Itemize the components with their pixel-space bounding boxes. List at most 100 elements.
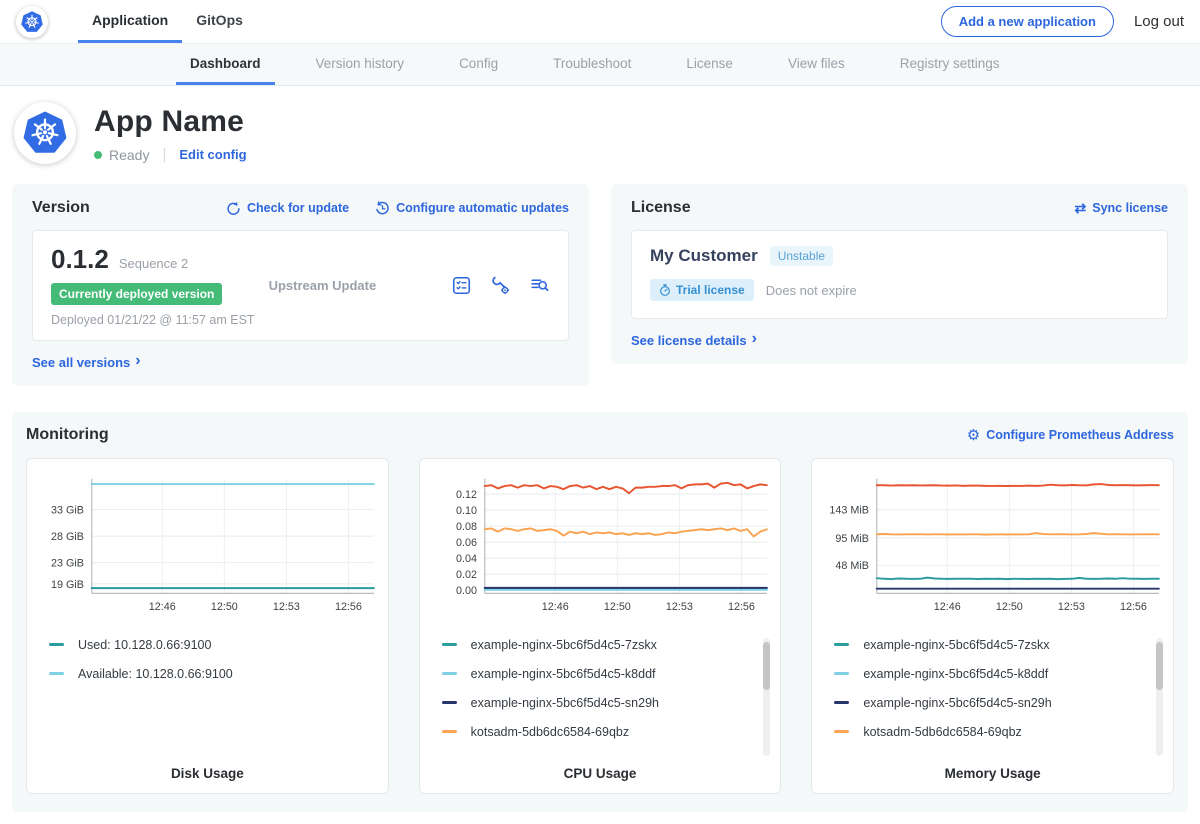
svg-text:12:53: 12:53 — [666, 601, 693, 613]
series-color-dash — [834, 672, 849, 675]
license-card: License ⇄ Sync license My Customer Unsta… — [611, 184, 1188, 364]
subnav-version-history[interactable]: Version history — [302, 44, 419, 85]
disk-usage-chart: 33 GiB28 GiB23 GiB19 GiB12:4612:5012:531… — [33, 469, 382, 626]
svg-text:0.10: 0.10 — [456, 505, 477, 517]
legend-item: example-nginx-5bc6f5d4c5-7zskx — [834, 638, 1143, 652]
svg-text:12:53: 12:53 — [273, 601, 300, 613]
series-color-dash — [442, 672, 457, 675]
gear-icon: ⚙ — [967, 426, 980, 444]
svg-text:48 MiB: 48 MiB — [836, 560, 870, 572]
svg-text:12:46: 12:46 — [149, 601, 176, 613]
edit-config-link[interactable]: Edit config — [179, 147, 246, 162]
subnav-troubleshoot[interactable]: Troubleshoot — [539, 44, 645, 85]
series-color-dash — [49, 643, 64, 646]
series-color-dash — [442, 643, 457, 646]
svg-text:95 MiB: 95 MiB — [836, 533, 870, 545]
legend-scrollbar-track — [763, 638, 770, 756]
top-nav: Application GitOps Add a new application… — [0, 0, 1200, 44]
version-card-title: Version — [32, 199, 90, 217]
legend-scrollbar-track — [1156, 638, 1163, 756]
svg-text:19 GiB: 19 GiB — [51, 579, 84, 591]
logout-button[interactable]: Log out — [1134, 13, 1184, 30]
chevron-right-icon: › — [135, 353, 140, 369]
preflight-checklist-icon[interactable] — [451, 275, 472, 296]
kubernetes-logo-icon — [16, 6, 48, 38]
legend-label: Available: 10.128.0.66:9100 — [78, 667, 233, 681]
subnav-dashboard[interactable]: Dashboard — [176, 44, 275, 85]
top-nav-actions: Add a new application Log out — [941, 0, 1184, 43]
legend-label: Used: 10.128.0.66:9100 — [78, 638, 211, 652]
chart-title: CPU Usage — [426, 766, 775, 781]
see-license-details-link[interactable]: See license details › — [631, 332, 1168, 348]
legend-scrollbar-thumb[interactable] — [1156, 642, 1163, 690]
svg-text:12:46: 12:46 — [934, 601, 961, 613]
legend-label: kotsadm-5db6dc6584-69qbz — [863, 725, 1021, 739]
legend-scrollbar-thumb[interactable] — [763, 642, 770, 690]
legend-label: example-nginx-5bc6f5d4c5-7zskx — [471, 638, 657, 652]
svg-text:0.12: 0.12 — [456, 489, 477, 501]
customer-name: My Customer — [650, 246, 758, 266]
svg-text:12:50: 12:50 — [211, 601, 238, 613]
svg-text:0.04: 0.04 — [456, 553, 477, 565]
subnav-config[interactable]: Config — [445, 44, 512, 85]
svg-text:0.08: 0.08 — [456, 521, 477, 533]
status-badge: Ready — [109, 147, 149, 163]
chart-card-disk-usage: 33 GiB28 GiB23 GiB19 GiB12:4612:5012:531… — [26, 458, 389, 794]
sync-arrows-icon: ⇄ — [1075, 200, 1087, 217]
svg-text:0.06: 0.06 — [456, 537, 477, 549]
subnav-registry-settings[interactable]: Registry settings — [886, 44, 1014, 85]
legend-item: example-nginx-5bc6f5d4c5-k8ddf — [442, 667, 751, 681]
monitoring-header: Monitoring ⚙ Configure Prometheus Addres… — [26, 426, 1174, 444]
memory-usage-legend: example-nginx-5bc6f5d4c5-7zskx example-ng… — [834, 638, 1167, 762]
series-color-dash — [834, 730, 849, 733]
version-action-icons — [451, 275, 550, 296]
configure-prometheus-link[interactable]: ⚙ Configure Prometheus Address — [967, 426, 1174, 444]
cpu-usage-legend: example-nginx-5bc6f5d4c5-7zskx example-ng… — [442, 638, 775, 762]
channel-badge: Unstable — [770, 246, 833, 266]
version-card-header: Version Check for update Configure autom… — [32, 199, 569, 217]
see-all-versions-link[interactable]: See all versions › — [32, 354, 569, 370]
legend-item: example-nginx-5bc6f5d4c5-sn29h — [442, 696, 751, 710]
status-dot-icon — [94, 151, 102, 159]
legend-item: Available: 10.128.0.66:9100 — [49, 667, 358, 681]
license-card-title: License — [631, 199, 691, 217]
app-sub-nav: Dashboard Version history Config Trouble… — [0, 44, 1200, 86]
legend-item: Used: 10.128.0.66:9100 — [49, 638, 358, 652]
version-details: 0.1.2 Sequence 2 Currently deployed vers… — [51, 244, 255, 327]
series-color-dash — [834, 701, 849, 704]
app-header: App Name Ready | Edit config — [0, 86, 1200, 184]
sequence-label: Sequence 2 — [119, 256, 188, 271]
svg-text:0.02: 0.02 — [456, 569, 477, 581]
stopwatch-icon — [659, 284, 671, 296]
version-number: 0.1.2 — [51, 244, 109, 275]
legend-item: kotsadm-5db6dc6584-69qbz — [834, 725, 1143, 739]
troubleshoot-wrench-icon[interactable] — [490, 275, 511, 296]
svg-text:12:56: 12:56 — [728, 601, 755, 613]
configure-automatic-updates-link[interactable]: Configure automatic updates — [375, 201, 569, 216]
add-application-button[interactable]: Add a new application — [941, 6, 1114, 37]
view-logs-icon[interactable] — [529, 275, 550, 296]
subnav-license[interactable]: License — [672, 44, 747, 85]
license-card-header: License ⇄ Sync license — [631, 199, 1168, 217]
tab-application[interactable]: Application — [78, 0, 182, 43]
license-expiry: Does not expire — [766, 283, 857, 298]
cards-row: Version Check for update Configure autom… — [0, 184, 1200, 386]
chart-card-memory-usage: 143 MiB95 MiB48 MiB12:4612:5012:5312:56 … — [811, 458, 1174, 794]
series-color-dash — [49, 672, 64, 675]
cpu-usage-chart: 0.120.100.080.060.040.020.0012:4612:5012… — [426, 469, 775, 626]
charts-row: 33 GiB28 GiB23 GiB19 GiB12:4612:5012:531… — [26, 458, 1174, 794]
check-for-update-link[interactable]: Check for update — [226, 201, 349, 216]
legend-label: example-nginx-5bc6f5d4c5-k8ddf — [471, 667, 656, 681]
subnav-view-files[interactable]: View files — [774, 44, 859, 85]
svg-text:12:50: 12:50 — [604, 601, 631, 613]
home-logo-link[interactable] — [16, 0, 48, 43]
legend-label: example-nginx-5bc6f5d4c5-k8ddf — [863, 667, 1048, 681]
legend-item: example-nginx-5bc6f5d4c5-7zskx — [442, 638, 751, 652]
chart-title: Disk Usage — [33, 766, 382, 781]
svg-text:33 GiB: 33 GiB — [51, 504, 84, 516]
license-details-box: My Customer Unstable Trial license Does … — [631, 230, 1168, 319]
memory-usage-chart: 143 MiB95 MiB48 MiB12:4612:5012:5312:56 — [818, 469, 1167, 626]
tab-gitops[interactable]: GitOps — [182, 0, 257, 43]
chart-title: Memory Usage — [818, 766, 1167, 781]
sync-license-link[interactable]: ⇄ Sync license — [1075, 200, 1168, 217]
